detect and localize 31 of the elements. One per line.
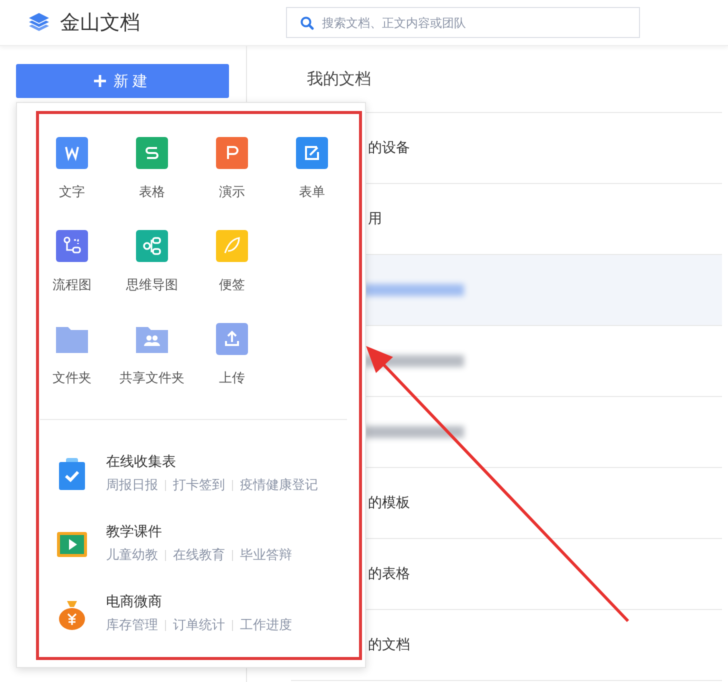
clipboard-check-icon — [57, 458, 87, 490]
p-tile-icon — [216, 137, 248, 169]
create-option[interactable]: 演示 — [192, 137, 272, 201]
create-option[interactable]: 文件夹 — [32, 323, 112, 387]
create-option[interactable]: 共享文件夹 — [112, 323, 192, 387]
create-option[interactable]: 思维导图 — [112, 230, 192, 294]
row-label: 的模板 — [368, 494, 410, 512]
create-option[interactable]: 流程图 — [32, 230, 112, 294]
mindmap-icon — [136, 230, 168, 262]
template-title[interactable]: 教学课件 — [106, 523, 292, 541]
template-title[interactable]: 电商微商 — [106, 593, 292, 611]
search-icon — [300, 16, 314, 30]
plus-icon — [94, 75, 106, 87]
template-title[interactable]: 在线收集表 — [106, 453, 318, 471]
create-option[interactable]: 文字 — [32, 137, 112, 201]
create-option[interactable]: 表格 — [112, 137, 192, 201]
create-option[interactable]: 便签 — [192, 230, 272, 294]
flowchart-icon — [56, 230, 88, 262]
w-tile-icon — [56, 137, 88, 169]
new-button[interactable]: 新建 — [16, 64, 229, 98]
search-field[interactable]: 搜索文档、正文内容或团队 — [286, 7, 640, 38]
row-label: 的设备 — [368, 139, 410, 157]
create-option[interactable]: 上传 — [192, 323, 272, 387]
row-label: 的文档 — [368, 636, 410, 654]
edit-form-icon — [296, 137, 328, 169]
leaf-note-icon — [216, 230, 248, 262]
row-label: 用 — [368, 210, 382, 228]
row-label: 的表格 — [368, 565, 410, 583]
s-tile-icon — [136, 137, 168, 169]
app-name: 金山文档 — [60, 9, 140, 36]
upload-icon — [216, 323, 248, 355]
